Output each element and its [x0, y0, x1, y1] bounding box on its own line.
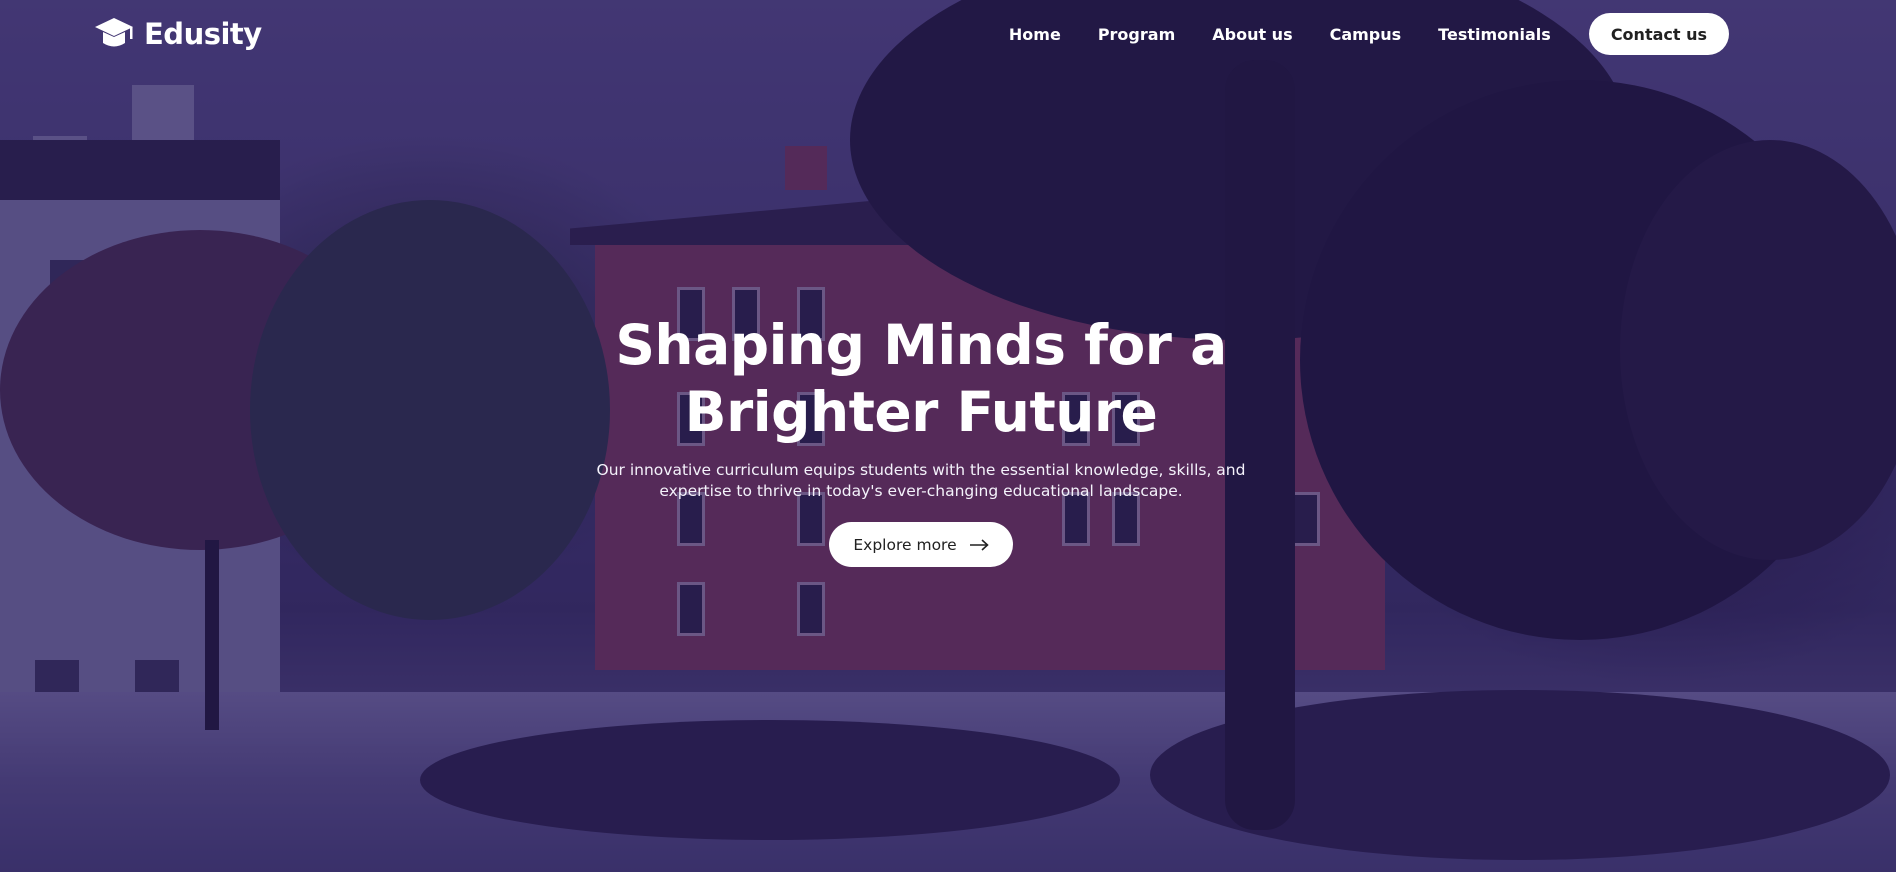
nav-links: Home Program About us Campus Testimonial…	[1009, 13, 1729, 55]
hero-section: Edusity Home Program About us Campus Tes…	[0, 0, 1896, 872]
brand-name: Edusity	[144, 17, 262, 51]
explore-more-button[interactable]: Explore more	[829, 522, 1013, 567]
graduation-cap-icon	[95, 18, 133, 47]
hero-subtitle: Our innovative curriculum equips student…	[596, 461, 1246, 500]
nav-link-home[interactable]: Home	[1009, 25, 1061, 44]
nav-link-testimonials[interactable]: Testimonials	[1438, 25, 1551, 44]
nav-link-program[interactable]: Program	[1098, 25, 1175, 44]
brand-logo[interactable]: Edusity	[94, 16, 262, 52]
contact-us-button[interactable]: Contact us	[1588, 13, 1729, 55]
arrow-right-icon	[969, 538, 989, 551]
hero-title: Shaping Minds for a Brighter Future	[615, 313, 1227, 444]
hero-content: Shaping Minds for a Brighter Future Our …	[0, 312, 1842, 567]
navbar: Edusity Home Program About us Campus Tes…	[0, 0, 1896, 68]
explore-more-label: Explore more	[853, 535, 957, 554]
nav-link-campus[interactable]: Campus	[1330, 25, 1402, 44]
nav-link-about[interactable]: About us	[1212, 25, 1292, 44]
